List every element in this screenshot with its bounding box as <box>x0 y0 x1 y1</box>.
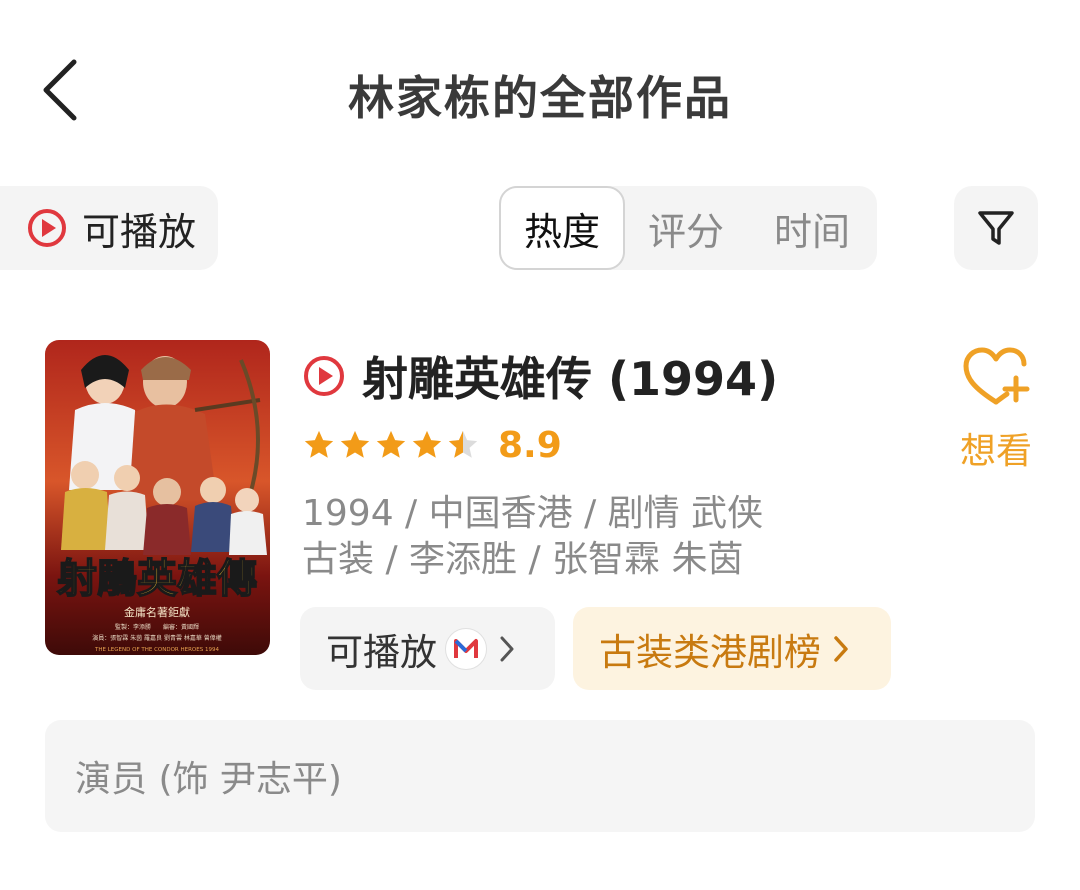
chevron-right-icon <box>834 635 848 662</box>
poster-subtitle-art: 金庸名著鉅獻 <box>124 605 190 619</box>
star-full-icon <box>412 430 442 458</box>
star-rating <box>302 428 482 462</box>
sort-tabs: 热度 评分 时间 <box>499 186 877 270</box>
role-info: 演员 (饰 尹志平) <box>45 720 1035 832</box>
funnel-icon <box>978 211 1014 245</box>
movie-title: 射雕英雄传 (1994) <box>362 352 779 406</box>
play-circle-icon <box>304 356 344 396</box>
tab-popularity[interactable]: 热度 <box>499 186 625 270</box>
play-source-button[interactable]: 可播放 <box>300 607 555 690</box>
tab-rating[interactable]: 评分 <box>625 186 747 270</box>
rating-row: 8.9 <box>302 420 562 470</box>
movie-title-row[interactable]: 射雕英雄传 (1994) <box>302 344 778 408</box>
ranking-button[interactable]: 古装类港剧榜 <box>573 607 891 690</box>
heart-plus-icon <box>963 347 1030 405</box>
movie-meta-line2: 古装 / 李添胜 / 张智霖 朱茵 <box>302 539 744 580</box>
tab-time[interactable]: 时间 <box>751 186 873 270</box>
star-half-icon <box>448 430 478 458</box>
role-label: 演员 (饰 尹志平) <box>75 759 342 800</box>
want-to-watch-button[interactable]: 想看 <box>954 346 1038 476</box>
playable-filter-label: 可播放 <box>82 209 197 254</box>
poster-title-art: 射鵰英雄傳 <box>57 555 257 602</box>
ranking-label: 古装类港剧榜 <box>599 630 821 674</box>
star-full-icon <box>340 430 370 458</box>
movie-meta-line1: 1994 / 中国香港 / 剧情 武侠 <box>302 493 764 534</box>
poster-english-art: THE LEGEND OF THE CONDOR HEROES 1994 <box>94 647 219 653</box>
page-title: 林家栋的全部作品 <box>348 71 732 125</box>
rating-score: 8.9 <box>498 424 562 466</box>
mango-tv-icon <box>445 627 487 670</box>
playable-filter-chip[interactable]: 可播放 <box>0 186 218 270</box>
poster-credit-line2: 演員：張智霖 朱茵 羅嘉良 劉青雲 林嘉華 曾偉權 <box>92 634 222 642</box>
movie-poster[interactable]: 射鵰英雄傳 金庸名著鉅獻 監製：李添勝 編審：黃國輝 演員：張智霖 朱茵 羅嘉良… <box>45 340 270 655</box>
play-circle-icon <box>28 209 66 247</box>
play-source-label: 可播放 <box>326 630 437 674</box>
star-full-icon <box>376 430 406 458</box>
want-to-watch-label: 想看 <box>959 431 1032 472</box>
filter-button[interactable] <box>954 186 1038 270</box>
star-full-icon <box>304 430 334 458</box>
chevron-right-icon <box>500 636 514 661</box>
poster-credit-line1: 監製：李添勝 編審：黃國輝 <box>115 623 199 631</box>
